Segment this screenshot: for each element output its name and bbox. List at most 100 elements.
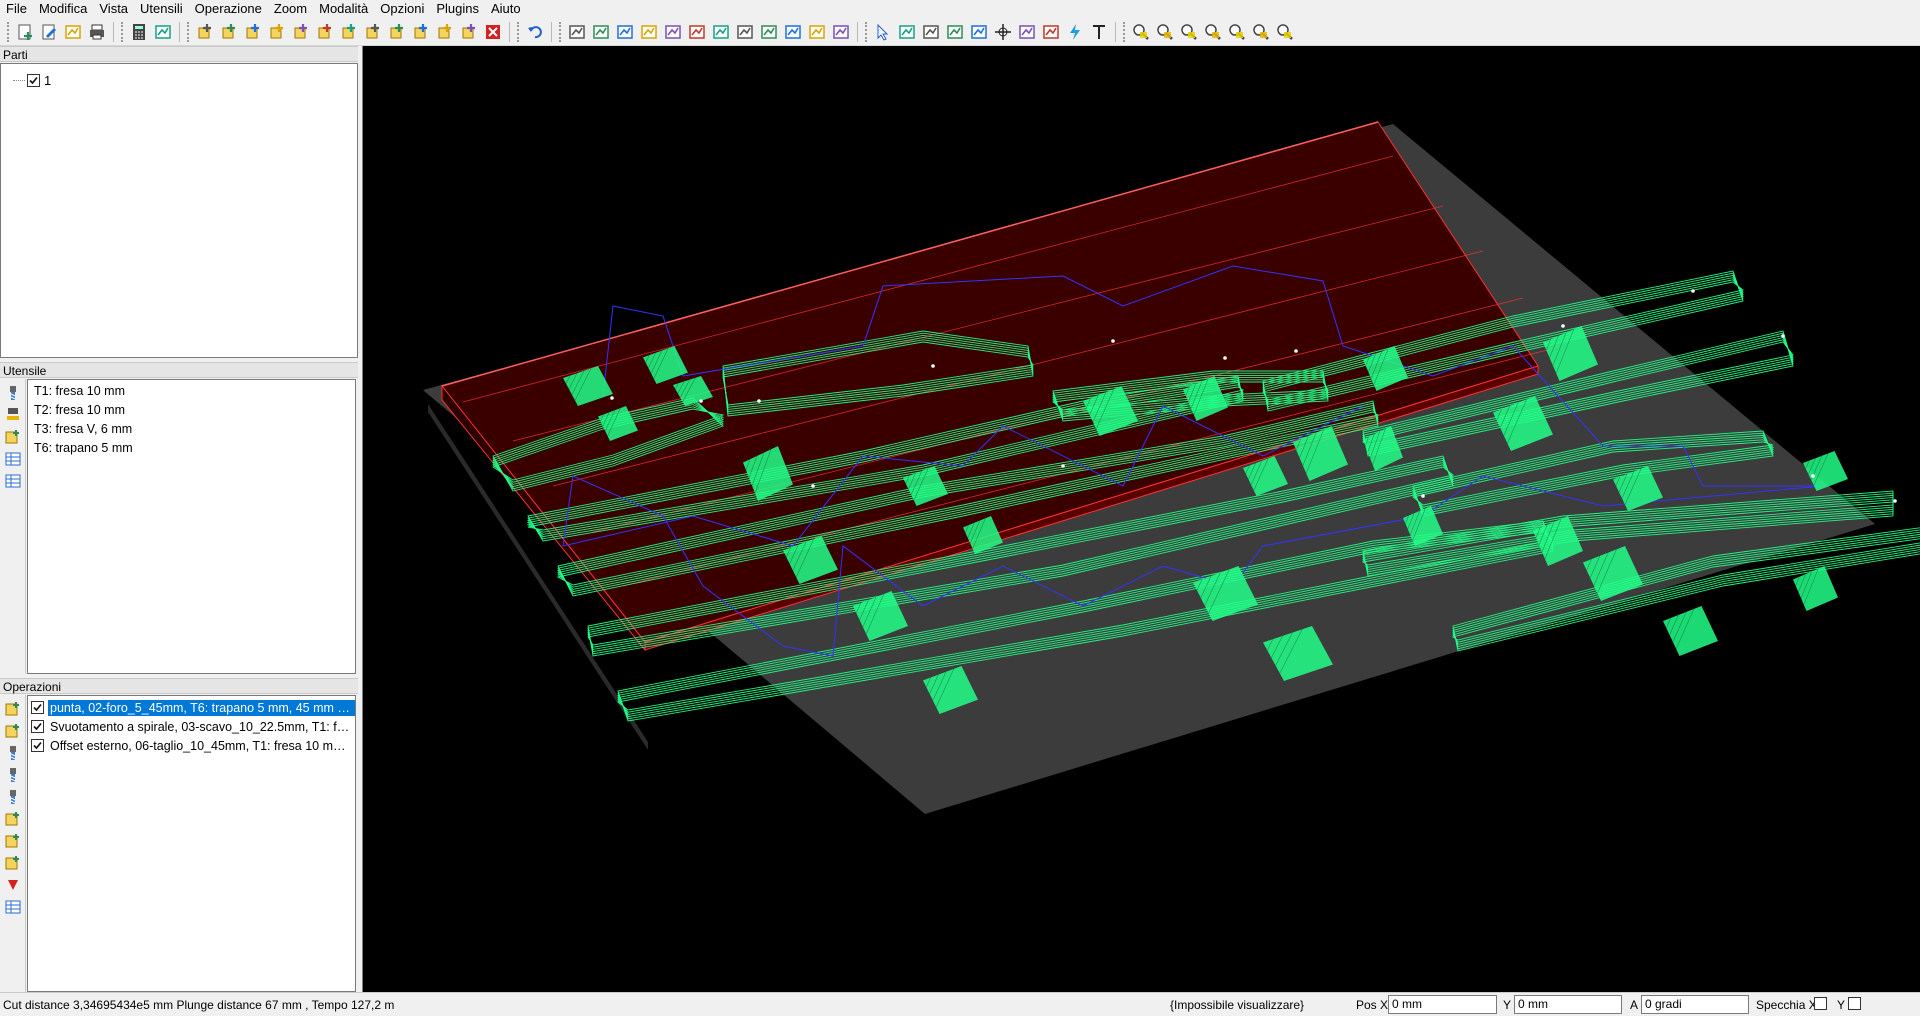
3d-viewport[interactable] [362,46,1920,992]
zoom-prev-button[interactable] [1250,21,1272,43]
add-part-8-button[interactable] [362,21,384,43]
op-drill-arrow-button[interactable] [3,743,23,763]
tool-item-t3[interactable]: T3: fresa V, 6 mm [28,420,355,439]
menu-file[interactable]: File [0,0,33,17]
add-part-2-button[interactable] [218,21,240,43]
fullscreen-button[interactable] [1040,21,1062,43]
path-button[interactable] [830,21,852,43]
add-part-5-button[interactable] [290,21,312,43]
toolpath-scene[interactable] [363,46,1920,992]
operation-item-drill[interactable]: punta, 02-foro_5_45mm, T6: trapano 5 mm,… [28,698,355,717]
menu-modifica[interactable]: Modifica [33,0,93,17]
add-part-11-button[interactable] [434,21,456,43]
menu-zoom[interactable]: Zoom [268,0,313,17]
add-part-7-button[interactable] [338,21,360,43]
tool-item-t1[interactable]: T1: fresa 10 mm [28,382,355,401]
op-copy-button[interactable] [3,831,23,851]
add-part-6-button[interactable] [314,21,336,43]
menu-opzioni[interactable]: Opzioni [374,0,430,17]
toolbar-grip[interactable] [517,21,520,42]
zoom-fit-button[interactable] [1202,21,1224,43]
operation-enabled-checkbox[interactable] [31,701,44,714]
operation-item-spiral-pocket[interactable]: Svuotamento a spirale, 03-scavo_10_22.5m… [28,717,355,736]
add-part-10-button[interactable] [410,21,432,43]
calculator-button[interactable] [128,21,150,43]
lightning-button[interactable] [1064,21,1086,43]
add-part-3-button[interactable] [242,21,264,43]
parts-tree[interactable]: 1 [0,63,358,358]
add-part-4-button[interactable] [266,21,288,43]
zoom-out-button[interactable] [1154,21,1176,43]
undo-button[interactable] [524,21,546,43]
operations-list[interactable]: punta, 02-foro_5_45mm, T6: trapano 5 mm,… [27,695,356,992]
add-part-9-button[interactable] [386,21,408,43]
printer-settings-button[interactable] [62,21,84,43]
list-button[interactable] [3,471,23,491]
mirror-y-checkbox[interactable] [1848,997,1861,1010]
menu-utensili[interactable]: Utensili [134,0,189,17]
crosshair-button[interactable] [992,21,1014,43]
spiral-button[interactable] [806,21,828,43]
op-pocket-button[interactable] [3,721,23,741]
table-button[interactable] [3,449,23,469]
print-button[interactable] [86,21,108,43]
zoom-all-button[interactable] [1226,21,1248,43]
tool-item-t2[interactable]: T2: fresa 10 mm [28,401,355,420]
toolbar-grip[interactable] [865,21,868,42]
rotate-button[interactable] [944,21,966,43]
tool-stamp-button[interactable] [152,21,174,43]
move-node-button[interactable] [920,21,942,43]
op-table-button[interactable] [3,897,23,917]
bounds-button[interactable] [1016,21,1038,43]
pos-x-input[interactable]: 0 mm [1388,995,1497,1014]
delete-button[interactable] [482,21,504,43]
layers-button[interactable] [566,21,588,43]
op-path-button[interactable] [3,853,23,873]
select-node-button[interactable] [896,21,918,43]
line-tool-button[interactable] [758,21,780,43]
zoom-3d-button[interactable] [1274,21,1296,43]
polyline-button[interactable] [662,21,684,43]
menu-plugins[interactable]: Plugins [430,0,485,17]
toolbar-grip[interactable] [187,21,190,42]
toolbar-grip[interactable] [7,21,10,42]
zoom-in-button[interactable] [1130,21,1152,43]
tools-list[interactable]: T1: fresa 10 mm T2: fresa 10 mm T3: fres… [27,379,356,674]
op-down-button[interactable] [3,875,23,895]
zoom-window-button[interactable] [1178,21,1200,43]
tool-holder-button[interactable] [3,405,23,425]
frame-button[interactable] [782,21,804,43]
tool-item-t6[interactable]: T6: trapano 5 mm [28,439,355,458]
menu-modalita[interactable]: Modalità [313,0,374,17]
operation-enabled-checkbox[interactable] [31,739,44,752]
offset-button[interactable] [710,21,732,43]
part-visibility-checkbox[interactable] [27,73,40,87]
tool-mill-button[interactable] [3,383,23,403]
add-part-button[interactable] [194,21,216,43]
toolbar-grip[interactable] [121,21,124,42]
pointer-button[interactable] [872,21,894,43]
layer-stack-button[interactable] [590,21,612,43]
rect-select-button[interactable] [638,21,660,43]
op-mill-button[interactable] [3,787,23,807]
angle-input[interactable]: 0 gradi [1641,995,1749,1014]
tool-add-button[interactable] [3,427,23,447]
edit-file-button[interactable] [38,21,60,43]
operation-item-outside-offset[interactable]: Offset esterno, 06-taglio_10_45mm, T1: f… [28,736,355,755]
new-file-button[interactable] [14,21,36,43]
op-add-button[interactable] [3,809,23,829]
op-folder-button[interactable] [3,699,23,719]
text-button[interactable] [1088,21,1110,43]
arrow-tool-button[interactable] [734,21,756,43]
tree-item-part-1[interactable]: 1 [13,72,51,88]
add-part-12-button[interactable] [458,21,480,43]
menu-vista[interactable]: Vista [93,0,134,17]
window-button[interactable] [614,21,636,43]
pos-y-input[interactable]: 0 mm [1514,995,1622,1014]
mirror-x-checkbox[interactable] [1814,997,1827,1010]
curve-button[interactable] [686,21,708,43]
operation-enabled-checkbox[interactable] [31,720,44,733]
menu-aiuto[interactable]: Aiuto [485,0,527,17]
toolbar-grip[interactable] [559,21,562,42]
snap-button[interactable] [968,21,990,43]
